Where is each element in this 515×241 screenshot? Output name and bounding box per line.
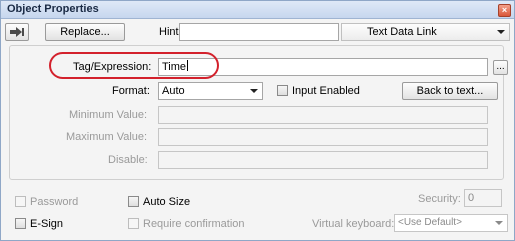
minimum-value-label: Minimum Value: (69, 109, 148, 121)
format-label: Format: (112, 85, 150, 97)
chevron-down-icon (495, 221, 503, 225)
highlight-annotation (49, 52, 219, 79)
auto-size-label: Auto Size (143, 196, 191, 208)
maximum-value-input[interactable] (158, 128, 488, 146)
input-enabled-checkbox[interactable] (277, 85, 288, 96)
format-value: Auto (162, 85, 185, 97)
esign-label: E-Sign (30, 218, 64, 230)
object-properties-window: Object Properties × Replace... Hint: Tex… (0, 0, 515, 241)
auto-size-checkbox[interactable] (128, 196, 139, 207)
arrow-link-icon (10, 27, 24, 37)
minimum-value-input[interactable] (158, 106, 488, 124)
chevron-down-icon (250, 89, 258, 93)
password-checkbox[interactable] (15, 196, 26, 207)
virtual-keyboard-value: <Use Default> (398, 217, 462, 228)
password-label: Password (30, 196, 79, 208)
window-title: Object Properties (7, 3, 99, 15)
disable-input[interactable] (158, 151, 488, 169)
require-confirmation-label: Require confirmation (143, 218, 245, 230)
replace-button[interactable]: Replace... (45, 23, 125, 41)
link-type-value: Text Data Link (367, 26, 437, 38)
virtual-keyboard-label: Virtual keyboard: (312, 218, 395, 230)
security-input[interactable]: 0 (464, 189, 502, 207)
security-label: Security: (418, 193, 461, 205)
maximum-value-label: Maximum Value: (66, 131, 148, 143)
back-to-text-button[interactable]: Back to text... (402, 82, 498, 100)
disable-label: Disable: (108, 154, 148, 166)
format-select[interactable]: Auto (158, 82, 263, 100)
input-enabled-label: Input Enabled (292, 85, 360, 97)
link-type-select[interactable]: Text Data Link (341, 23, 510, 41)
esign-checkbox[interactable] (15, 218, 26, 229)
chevron-down-icon (497, 30, 505, 34)
require-confirmation-checkbox[interactable] (128, 218, 139, 229)
hint-input[interactable] (179, 23, 339, 41)
virtual-keyboard-select[interactable]: <Use Default> (394, 214, 508, 232)
link-toggle-button[interactable] (5, 23, 29, 41)
browse-button[interactable]: ... (493, 60, 508, 75)
title-bar: Object Properties × (1, 1, 514, 19)
close-icon[interactable]: × (498, 4, 511, 17)
